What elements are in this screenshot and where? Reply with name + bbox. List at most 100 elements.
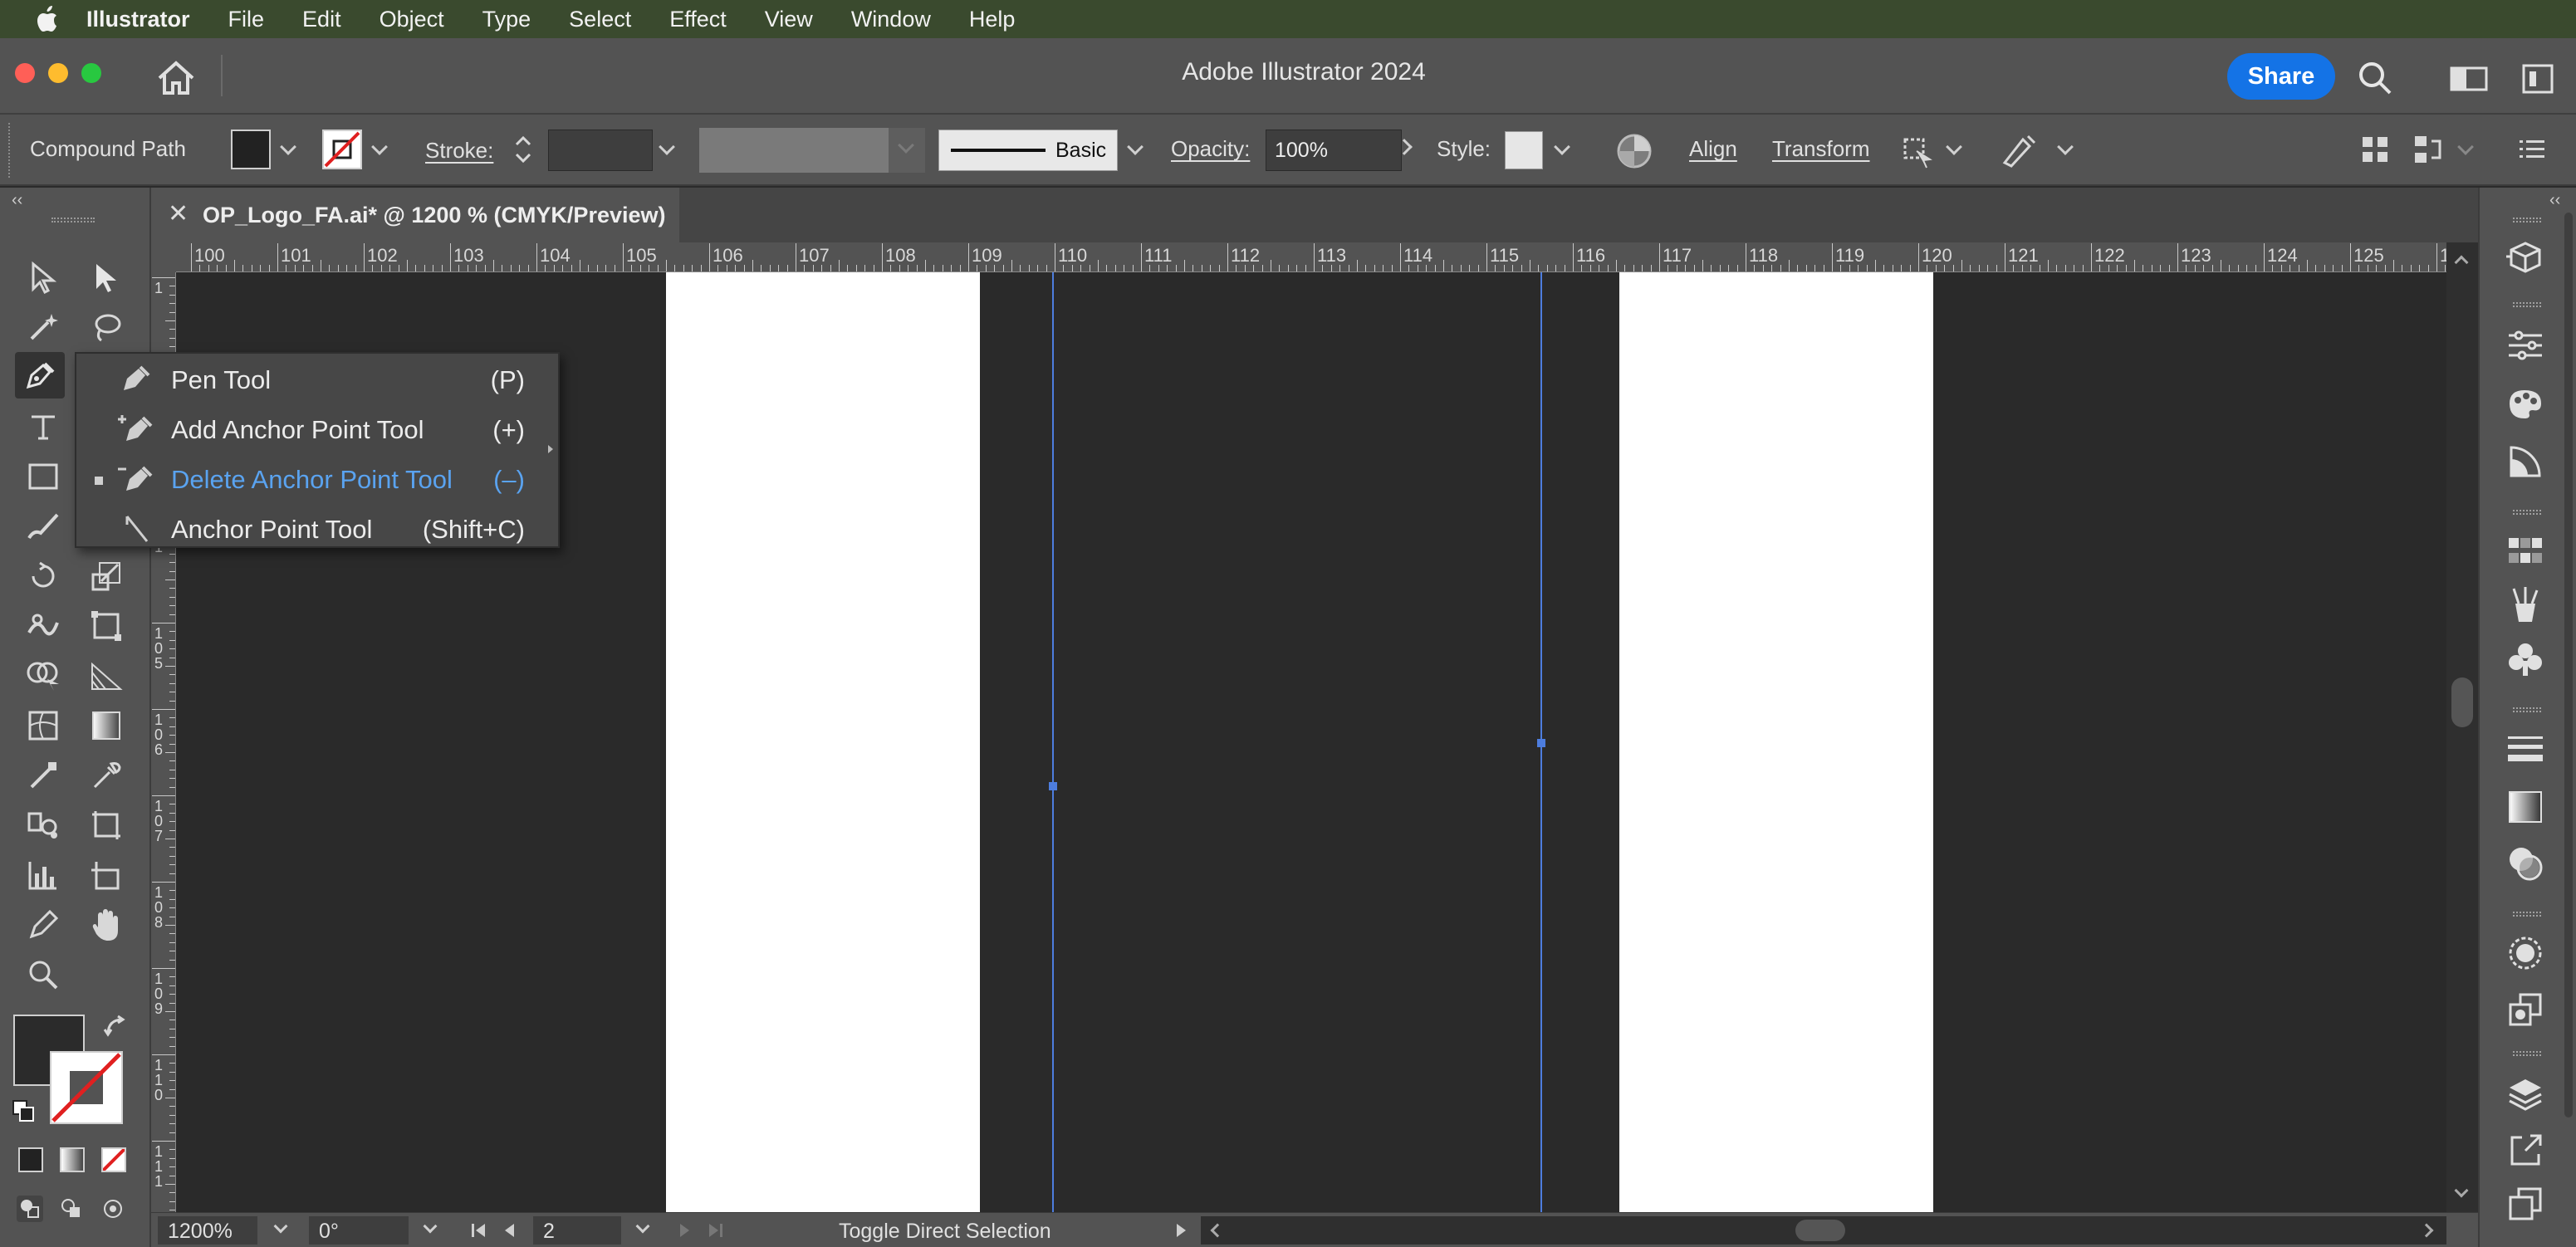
free-transform-tool[interactable] — [81, 603, 131, 649]
horizontal-ruler[interactable]: 100 101 102 103 104 105 106 107 108 109 110 111 112 1… — [176, 242, 2446, 272]
export-panel-icon[interactable] — [2500, 1127, 2551, 1174]
panel-group-grip[interactable] — [2513, 218, 2541, 223]
selected-path-segment-left[interactable] — [1052, 272, 1054, 1212]
3d-materials-panel-icon[interactable] — [2500, 234, 2551, 281]
vertical-scrollbar[interactable] — [2446, 242, 2478, 1212]
home-icon[interactable] — [154, 60, 198, 96]
blend-tool[interactable] — [18, 752, 68, 799]
lasso-tool[interactable] — [81, 304, 131, 350]
layers-panel-icon[interactable] — [2500, 1071, 2551, 1117]
flyout-item-anchor-point-tool[interactable]: Anchor Point Tool (Shift+C) — [76, 505, 558, 553]
artwork-rectangle-right[interactable] — [1619, 272, 1933, 1212]
brush-definition-field[interactable]: Basic — [938, 130, 1118, 171]
draw-normal-icon[interactable] — [17, 1196, 43, 1222]
document-tab-title[interactable]: OP_Logo_FA.ai* @ 1200 % (CMYK/Preview) — [203, 203, 666, 228]
gradient-mode-button[interactable] — [60, 1147, 85, 1172]
swatches-panel-icon[interactable] — [2500, 528, 2551, 575]
transform-panel-link[interactable]: Transform — [1772, 136, 1870, 162]
anchor-point-left[interactable] — [1049, 782, 1057, 790]
flyout-item-add-anchor-point-tool[interactable]: Add Anchor Point Tool (+) — [76, 405, 558, 453]
menu-edit[interactable]: Edit — [302, 7, 341, 32]
stroke-weight-field[interactable] — [548, 130, 653, 171]
apple-logo-icon[interactable] — [30, 0, 63, 38]
menu-view[interactable]: View — [765, 7, 813, 32]
graphic-style-swatch[interactable] — [1505, 131, 1543, 169]
previous-artboard-icon[interactable] — [502, 1221, 517, 1240]
stroke-weight-stepper[interactable] — [508, 128, 538, 171]
artboards-panel-icon[interactable] — [2500, 1181, 2551, 1227]
stroke-swatch[interactable] — [322, 130, 362, 169]
variable-width-profile-field[interactable] — [699, 128, 889, 173]
slice-tool[interactable] — [81, 852, 131, 898]
ruler-origin[interactable] — [151, 242, 176, 272]
column-graph-tool[interactable] — [18, 852, 68, 898]
rotate-tool[interactable] — [18, 553, 68, 599]
opacity-label[interactable]: Opacity: — [1171, 136, 1250, 162]
hand-tool[interactable] — [81, 902, 131, 948]
menu-object[interactable]: Object — [380, 7, 444, 32]
color-guide-panel-icon[interactable] — [2500, 438, 2551, 485]
panel-group-grip[interactable] — [2513, 1051, 2541, 1056]
symbol-sprayer-tool[interactable] — [18, 802, 68, 848]
scale-tool[interactable] — [81, 553, 131, 599]
menu-file[interactable]: File — [228, 7, 265, 32]
magic-wand-tool[interactable] — [18, 304, 68, 350]
flyout-item-delete-anchor-point-tool[interactable]: Delete Anchor Point Tool (–) — [76, 455, 558, 503]
swap-fill-stroke-icon[interactable] — [103, 1015, 128, 1039]
isolate-selected-icon[interactable] — [1898, 133, 1935, 169]
warp-tool[interactable] — [18, 603, 68, 649]
close-window-button[interactable] — [15, 63, 35, 83]
artboard-dropdown-chevron-icon[interactable] — [635, 1219, 650, 1234]
menu-select[interactable]: Select — [569, 7, 631, 32]
symbols-panel-icon[interactable] — [2500, 636, 2551, 682]
panel-group-grip[interactable] — [2513, 912, 2541, 917]
anchor-point-right[interactable] — [1537, 739, 1545, 747]
fill-swatch[interactable] — [231, 130, 271, 169]
last-artboard-icon[interactable] — [706, 1221, 724, 1240]
tear-off-arrow-icon[interactable] — [546, 443, 555, 455]
direct-selection-tool[interactable] — [81, 254, 131, 301]
variable-width-profile-dropdown[interactable] — [889, 128, 925, 173]
vertical-scroll-thumb[interactable] — [2451, 677, 2473, 727]
select-similar-icon[interactable] — [1998, 131, 2038, 171]
menu-app-illustrator[interactable]: Illustrator — [86, 7, 190, 32]
zoom-window-button[interactable] — [81, 63, 101, 83]
expand-panels-icon[interactable]: ‹‹ — [2549, 191, 2560, 210]
arrange-grid-icon[interactable] — [2360, 134, 2390, 164]
close-document-icon[interactable]: ✕ — [168, 199, 189, 228]
next-artboard-icon[interactable] — [678, 1221, 693, 1240]
paintbrush-tool[interactable] — [18, 503, 68, 550]
perspective-grid-tool[interactable] — [81, 653, 131, 699]
panel-group-grip[interactable] — [2513, 510, 2541, 515]
first-artboard-icon[interactable] — [470, 1221, 488, 1240]
draw-behind-icon[interactable] — [58, 1196, 85, 1222]
pencil-tool[interactable] — [18, 902, 68, 948]
pen-tool[interactable] — [15, 352, 65, 399]
gradient-panel-icon[interactable] — [2500, 784, 2551, 830]
menu-effect[interactable]: Effect — [669, 7, 727, 32]
minimize-window-button[interactable] — [48, 63, 68, 83]
graphic-styles-panel-icon[interactable] — [2500, 986, 2551, 1033]
flyout-item-pen-tool[interactable]: Pen Tool (P) — [76, 355, 558, 403]
color-panel-icon[interactable] — [2500, 380, 2551, 427]
horizontal-scroll-thumb[interactable] — [1795, 1220, 1845, 1241]
stroke-color-swatch[interactable] — [50, 1051, 123, 1124]
brushes-panel-icon[interactable] — [2500, 581, 2551, 628]
properties-panel-icon[interactable] — [2500, 322, 2551, 369]
dock-scrollbar[interactable] — [2564, 213, 2573, 1117]
shape-builder-tool[interactable] — [18, 653, 68, 699]
panel-group-grip[interactable] — [2513, 707, 2541, 712]
scroll-right-icon[interactable] — [2419, 1223, 2434, 1238]
zoom-tool[interactable] — [18, 951, 68, 998]
align-panel-link[interactable]: Align — [1689, 136, 1737, 162]
search-icon[interactable] — [2357, 60, 2393, 96]
menu-window[interactable]: Window — [851, 7, 931, 32]
zoom-dropdown-chevron-icon[interactable] — [273, 1219, 288, 1234]
artboard-tool[interactable] — [81, 802, 131, 848]
opacity-field[interactable]: 100% — [1266, 130, 1402, 171]
document-tab[interactable]: ✕ OP_Logo_FA.ai* @ 1200 % (CMYK/Preview) — [151, 188, 679, 242]
stroke-panel-icon[interactable] — [2500, 726, 2551, 772]
rectangle-tool[interactable] — [18, 453, 68, 500]
mesh-tool[interactable] — [18, 702, 68, 749]
collapse-panel-icon[interactable]: ‹‹ — [12, 191, 22, 210]
